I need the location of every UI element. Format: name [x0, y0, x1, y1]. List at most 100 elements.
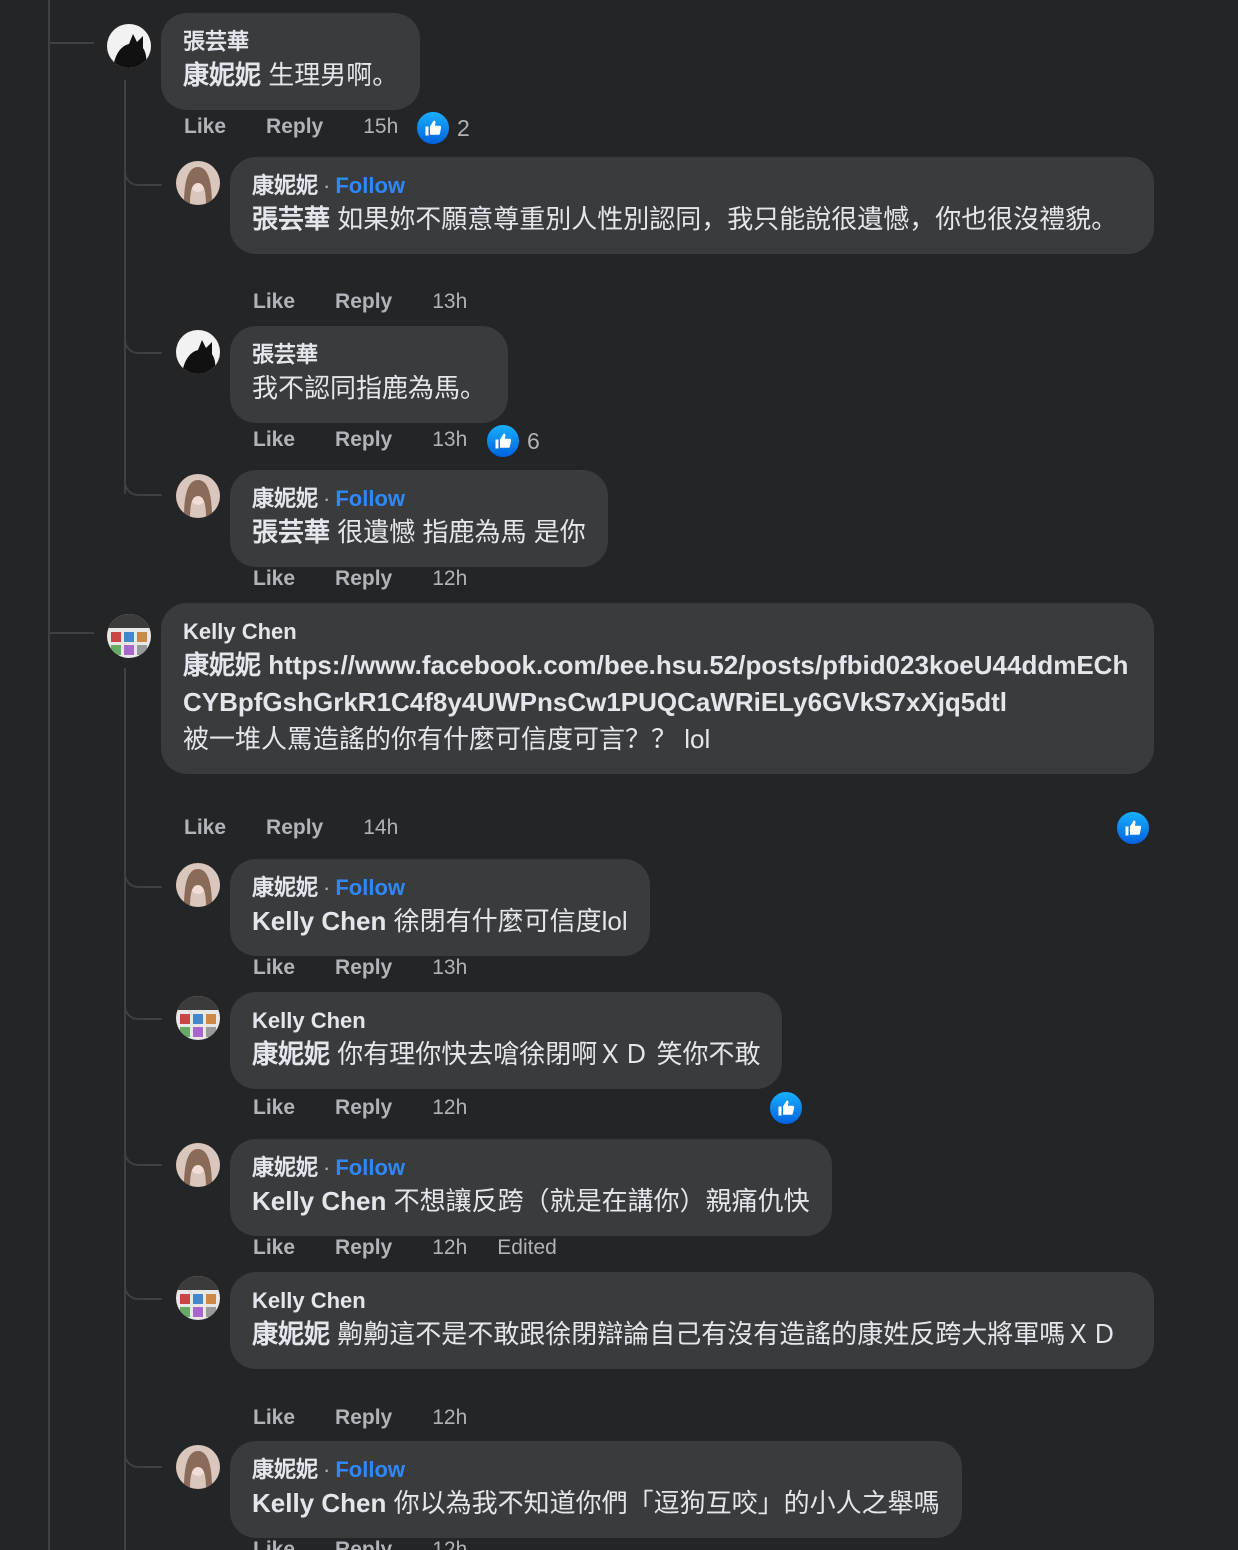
timestamp[interactable]: 12h: [432, 1406, 467, 1430]
comment: Kelly Chen 康妮妮 https://www.facebook.com/…: [161, 603, 1154, 774]
mention[interactable]: Kelly Chen: [252, 1186, 386, 1216]
avatar[interactable]: [176, 330, 220, 374]
mention[interactable]: 康妮妮: [183, 650, 261, 680]
timestamp[interactable]: 13h: [432, 290, 467, 314]
author-name[interactable]: 康妮妮: [252, 486, 318, 511]
comment-text: 被一堆人罵造謠的你有什麼可信度可言？？ lol: [183, 724, 711, 754]
like-button[interactable]: Like: [253, 1236, 295, 1260]
reply-button[interactable]: Reply: [335, 290, 392, 314]
mention[interactable]: 康妮妮: [252, 1039, 330, 1069]
follow-button[interactable]: Follow: [335, 173, 405, 198]
reply-button[interactable]: Reply: [335, 428, 392, 452]
separator: ·: [323, 1457, 331, 1482]
comment-actions: Like Reply 12h: [253, 1406, 497, 1430]
reply-button[interactable]: Reply: [335, 1538, 392, 1550]
mention[interactable]: 張芸華: [252, 204, 330, 234]
comment-bubble: 康妮妮 · Follow Kelly Chen 你以為我不知道你們「逗狗互咬」的小人…: [230, 1441, 962, 1538]
mention[interactable]: 康妮妮: [183, 60, 261, 90]
reaction-summary[interactable]: 6: [485, 423, 540, 459]
like-button[interactable]: Like: [184, 816, 226, 840]
comment-bubble: Kelly Chen 康妮妮 齁齁這不是不敢跟徐閉辯論自己有沒有造謠的康姓反跨大…: [230, 1272, 1154, 1369]
mention[interactable]: 康妮妮: [252, 1319, 330, 1349]
timestamp[interactable]: 14h: [363, 816, 398, 840]
comment-text: 不想讓反跨（就是在講你）親痛仇快: [393, 1186, 810, 1216]
mention[interactable]: Kelly Chen: [252, 1488, 386, 1518]
timestamp[interactable]: 13h: [432, 956, 467, 980]
thread-connector: [124, 984, 162, 1020]
reply-button[interactable]: Reply: [266, 816, 323, 840]
follow-button[interactable]: Follow: [335, 875, 405, 900]
avatar[interactable]: [107, 24, 151, 68]
thumbs-up-icon: [1115, 810, 1151, 846]
comment: Kelly Chen 康妮妮 齁齁這不是不敢跟徐閉辯論自己有沒有造謠的康姓反跨大…: [230, 1272, 1154, 1369]
comment-bubble: 張芸華 康妮妮 生理男啊。: [161, 13, 421, 110]
reaction-summary[interactable]: [768, 1090, 804, 1126]
like-button[interactable]: Like: [253, 428, 295, 452]
reply-button[interactable]: Reply: [335, 1096, 392, 1120]
avatar[interactable]: [176, 474, 220, 518]
timestamp[interactable]: 12h: [432, 567, 467, 591]
reply-button[interactable]: Reply: [335, 567, 392, 591]
comment: Kelly Chen 康妮妮 你有理你快去嗆徐閉啊ＸＤ 笑你不敢: [230, 992, 783, 1089]
comment-text: 你有理你快去嗆徐閉啊ＸＤ 笑你不敢: [337, 1039, 761, 1069]
avatar[interactable]: [176, 996, 220, 1040]
thread-connector: [50, 632, 94, 634]
author-name[interactable]: Kelly Chen: [252, 1288, 366, 1313]
comment-actions: Like Reply 15h: [184, 115, 428, 139]
author-name[interactable]: Kelly Chen: [183, 619, 297, 644]
avatar[interactable]: [176, 863, 220, 907]
like-button[interactable]: Like: [253, 290, 295, 314]
author-name[interactable]: Kelly Chen: [252, 1008, 366, 1033]
timestamp[interactable]: 15h: [363, 115, 398, 139]
like-button[interactable]: Like: [253, 567, 295, 591]
comment-bubble: 康妮妮 · Follow Kelly Chen 不想讓反跨（就是在講你）親痛仇快: [230, 1139, 832, 1236]
timestamp[interactable]: 12h: [432, 1236, 467, 1260]
reaction-summary[interactable]: 2: [415, 110, 470, 146]
timestamp[interactable]: 12h: [432, 1538, 467, 1550]
mention[interactable]: 張芸華: [252, 517, 330, 547]
post-link[interactable]: https://www.facebook.com/bee.hsu.52/post…: [183, 650, 1128, 717]
comment-text: 你以為我不知道你們「逗狗互咬」的小人之舉嗎: [393, 1488, 940, 1518]
avatar[interactable]: [107, 614, 151, 658]
follow-button[interactable]: Follow: [335, 486, 405, 511]
follow-button[interactable]: Follow: [335, 1457, 405, 1482]
author-name[interactable]: 康妮妮: [252, 875, 318, 900]
author-name[interactable]: 康妮妮: [252, 1155, 318, 1180]
avatar[interactable]: [176, 161, 220, 205]
like-button[interactable]: Like: [253, 956, 295, 980]
like-button[interactable]: Like: [253, 1096, 295, 1120]
thread-connector: [124, 1130, 162, 1166]
reply-button[interactable]: Reply: [266, 115, 323, 139]
timestamp[interactable]: 12h: [432, 1096, 467, 1120]
comment-actions: Like Reply 12h: [253, 1096, 497, 1120]
comment: 康妮妮 · Follow Kelly Chen 不想讓反跨（就是在講你）親痛仇快: [230, 1139, 832, 1236]
avatar[interactable]: [176, 1445, 220, 1489]
like-button[interactable]: Like: [253, 1406, 295, 1430]
avatar[interactable]: [176, 1276, 220, 1320]
reply-button[interactable]: Reply: [335, 956, 392, 980]
reply-button[interactable]: Reply: [335, 1236, 392, 1260]
comment: 康妮妮 · Follow Kelly Chen 你以為我不知道你們「逗狗互咬」的小人…: [230, 1441, 962, 1538]
comment-text: 很遺憾 指鹿為馬 是你: [337, 517, 586, 547]
comment-actions: Like Reply 14h: [184, 816, 428, 840]
comment-bubble: Kelly Chen 康妮妮 https://www.facebook.com/…: [161, 603, 1154, 774]
author-name[interactable]: 張芸華: [183, 29, 249, 54]
edited-label[interactable]: Edited: [497, 1236, 557, 1260]
comment-actions: Like Reply 13h: [253, 290, 497, 314]
author-name[interactable]: 張芸華: [252, 342, 318, 367]
follow-button[interactable]: Follow: [335, 1155, 405, 1180]
reply-button[interactable]: Reply: [335, 1406, 392, 1430]
reaction-summary[interactable]: [1115, 810, 1151, 846]
separator: ·: [323, 1155, 331, 1180]
comment-thread: 張芸華 康妮妮 生理男啊。 Like Reply 15h 2 康妮妮 · Follo…: [0, 0, 1238, 1550]
comment: 康妮妮 · Follow Kelly Chen 徐閉有什麼可信度lol: [230, 859, 650, 956]
thread-connector: [124, 460, 162, 496]
like-button[interactable]: Like: [184, 115, 226, 139]
like-button[interactable]: Like: [253, 1538, 295, 1550]
thread-connector: [50, 42, 94, 44]
author-name[interactable]: 康妮妮: [252, 1457, 318, 1482]
author-name[interactable]: 康妮妮: [252, 173, 318, 198]
avatar[interactable]: [176, 1143, 220, 1187]
timestamp[interactable]: 13h: [432, 428, 467, 452]
mention[interactable]: Kelly Chen: [252, 906, 386, 936]
